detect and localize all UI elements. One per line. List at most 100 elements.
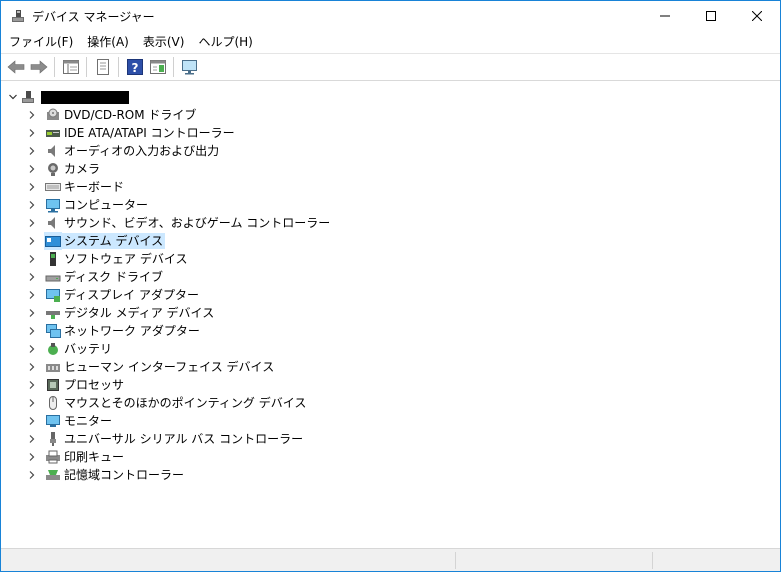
expand-icon[interactable] xyxy=(26,160,38,178)
window-title: デバイス マネージャー xyxy=(32,9,155,24)
title-bar[interactable]: デバイス マネージャー xyxy=(1,1,780,31)
disk-drive-icon xyxy=(44,268,62,286)
tree-category-item[interactable]: IDE ATA/ATAPI コントローラー xyxy=(26,124,237,142)
tree-category-label: ネットワーク アダプター xyxy=(64,324,200,338)
forward-button[interactable] xyxy=(28,56,50,78)
toolbar: ? xyxy=(1,53,780,81)
expand-icon[interactable] xyxy=(26,142,38,160)
usb-icon xyxy=(44,430,62,448)
expand-icon[interactable] xyxy=(26,106,38,124)
expand-icon[interactable] xyxy=(26,196,38,214)
expand-icon[interactable] xyxy=(26,304,38,322)
page-icon xyxy=(97,59,109,75)
dvd-icon xyxy=(44,106,62,124)
menu-action[interactable]: 操作(A) xyxy=(81,31,135,53)
monitor-icon xyxy=(182,60,197,75)
device-manager-window: デバイス マネージャー ファイル(F) 操作(A) 表示(V) ヘルプ(H) ?… xyxy=(0,0,781,572)
expand-icon[interactable] xyxy=(26,178,38,196)
tree-category-item[interactable]: ユニバーサル シリアル バス コントローラー xyxy=(26,430,305,448)
processor-icon xyxy=(44,376,62,394)
toolbar-separator xyxy=(118,57,119,77)
menu-view[interactable]: 表示(V) xyxy=(137,31,191,53)
expand-icon[interactable] xyxy=(26,376,38,394)
monitor-icon xyxy=(44,412,62,430)
computer-root-icon xyxy=(19,88,37,106)
camera-icon xyxy=(44,160,62,178)
sound-icon xyxy=(44,214,62,232)
tree-category-item[interactable]: システム デバイス xyxy=(26,232,166,250)
scan-hardware-button[interactable] xyxy=(179,56,201,78)
media-device-icon xyxy=(44,304,62,322)
expand-icon[interactable] xyxy=(26,448,38,466)
tree-category-label: デジタル メディア デバイス xyxy=(64,306,215,320)
tree-category-item[interactable]: ヒューマン インターフェイス デバイス xyxy=(26,358,276,376)
tree-category-item[interactable]: ディスプレイ アダプター xyxy=(26,286,201,304)
print-queue-icon xyxy=(44,448,62,466)
tree-category-item[interactable]: オーディオの入力および出力 xyxy=(26,142,221,160)
tree-category-item[interactable]: ネットワーク アダプター xyxy=(26,322,202,340)
tree-category-item[interactable]: 印刷キュー xyxy=(26,448,126,466)
tree-category-label: ディスプレイ アダプター xyxy=(64,288,199,302)
tree-category-item[interactable]: バッテリ xyxy=(26,340,114,358)
expand-icon[interactable] xyxy=(26,322,38,340)
tree-category-item[interactable]: キーボード xyxy=(26,178,126,196)
status-bar xyxy=(1,548,780,571)
tree-category-item[interactable]: マウスとそのほかのポインティング デバイス xyxy=(26,394,308,412)
expand-icon[interactable] xyxy=(26,430,38,448)
tree-category-item[interactable]: カメラ xyxy=(26,160,102,178)
show-hide-console-tree-button[interactable] xyxy=(60,56,82,78)
expand-icon[interactable] xyxy=(26,124,38,142)
close-button[interactable] xyxy=(734,1,780,31)
expand-icon[interactable] xyxy=(26,358,38,376)
storage-controller-icon xyxy=(44,466,62,484)
device-tree[interactable]: DVD/CD-ROM ドライブ IDE ATA/ATAPI コントローラー オーディ… xyxy=(1,82,780,547)
tree-category-label: ソフトウェア デバイス xyxy=(64,252,188,266)
help-button[interactable]: ? xyxy=(124,56,146,78)
tree-root[interactable] xyxy=(7,88,129,106)
tree-category-label: 記憶域コントローラー xyxy=(64,468,185,482)
menu-file[interactable]: ファイル(F) xyxy=(3,31,79,53)
toolbar-separator xyxy=(54,57,55,77)
tree-category-label: モニター xyxy=(64,414,113,428)
tree-category-label: システム デバイス xyxy=(62,233,166,249)
tree-category-item[interactable]: プロセッサ xyxy=(26,376,126,394)
tree-category-item[interactable]: モニター xyxy=(26,412,114,430)
tree-category-label: オーディオの入力および出力 xyxy=(64,144,220,158)
minimize-button[interactable] xyxy=(642,1,688,31)
expand-icon[interactable] xyxy=(26,214,38,232)
tree-category-item[interactable]: 記憶域コントローラー xyxy=(26,466,186,484)
action-pane-button[interactable] xyxy=(147,56,169,78)
computer-icon xyxy=(44,196,62,214)
tree-category-label: キーボード xyxy=(64,180,125,194)
tree-category-label: IDE ATA/ATAPI コントローラー xyxy=(64,126,235,140)
expand-icon[interactable] xyxy=(26,394,38,412)
tree-category-item[interactable]: コンピューター xyxy=(26,196,150,214)
expand-icon[interactable] xyxy=(26,250,38,268)
tree-category-item[interactable]: DVD/CD-ROM ドライブ xyxy=(26,106,198,124)
collapse-icon[interactable] xyxy=(7,88,19,106)
menu-help[interactable]: ヘルプ(H) xyxy=(192,31,258,53)
properties-button[interactable] xyxy=(92,56,114,78)
expand-icon[interactable] xyxy=(26,466,38,484)
expand-icon[interactable] xyxy=(26,268,38,286)
expand-icon[interactable] xyxy=(26,412,38,430)
tree-category-label: ユニバーサル シリアル バス コントローラー xyxy=(64,432,304,446)
tree-category-item[interactable]: ディスク ドライブ xyxy=(26,268,165,286)
expand-icon[interactable] xyxy=(26,340,38,358)
tree-category-item[interactable]: ソフトウェア デバイス xyxy=(26,250,189,268)
tree-category-item[interactable]: デジタル メディア デバイス xyxy=(26,304,216,322)
software-device-icon xyxy=(44,250,62,268)
toolbar-separator xyxy=(173,57,174,77)
back-button[interactable] xyxy=(5,56,27,78)
expand-icon[interactable] xyxy=(26,286,38,304)
mouse-icon xyxy=(44,394,62,412)
maximize-button[interactable] xyxy=(688,1,734,31)
tree-category-item[interactable]: サウンド、ビデオ、およびゲーム コントローラー xyxy=(26,214,332,232)
close-icon xyxy=(752,11,762,21)
tree-category-label: マウスとそのほかのポインティング デバイス xyxy=(64,396,307,410)
menu-bar: ファイル(F) 操作(A) 表示(V) ヘルプ(H) xyxy=(1,31,780,53)
expand-icon[interactable] xyxy=(26,232,38,250)
tree-category-label: 印刷キュー xyxy=(64,450,125,464)
action-pane-icon xyxy=(150,60,166,74)
system-device-icon xyxy=(44,232,62,250)
